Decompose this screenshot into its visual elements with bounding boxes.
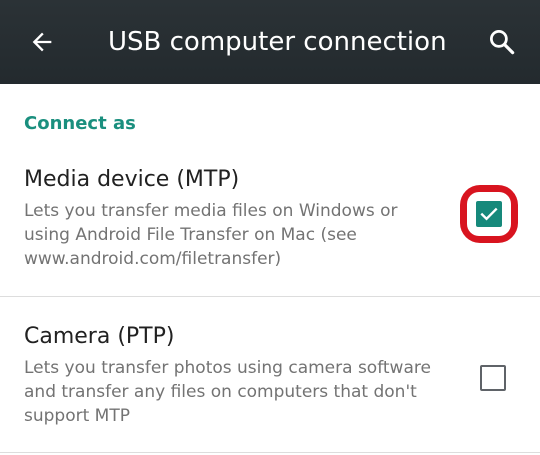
section-header-connect-as: Connect as bbox=[24, 113, 136, 134]
option-description: Lets you transfer media files on Windows… bbox=[24, 201, 398, 269]
page-title: USB computer connection bbox=[108, 27, 447, 57]
option-camera[interactable]: Camera (PTP) Lets you transfer photos us… bbox=[0, 298, 540, 452]
search-button[interactable] bbox=[482, 22, 522, 62]
option-title: Media device (MTP) bbox=[24, 167, 240, 192]
camera-checkbox[interactable] bbox=[480, 365, 506, 391]
search-icon bbox=[490, 30, 515, 55]
app-bar: USB computer connection bbox=[0, 0, 540, 84]
highlight-ring bbox=[460, 185, 518, 243]
option-media-device[interactable]: Media device (MTP) Lets you transfer med… bbox=[0, 156, 540, 296]
option-description: Lets you transfer photos using camera so… bbox=[24, 358, 431, 426]
back-button[interactable] bbox=[22, 22, 62, 62]
divider bbox=[0, 452, 540, 453]
arrow-back-icon bbox=[32, 32, 52, 52]
option-title: Camera (PTP) bbox=[24, 324, 175, 349]
checkmark-icon bbox=[480, 207, 498, 221]
highlight-ring-inner bbox=[467, 192, 511, 236]
media-device-checkbox[interactable] bbox=[476, 201, 502, 227]
divider bbox=[0, 296, 540, 297]
